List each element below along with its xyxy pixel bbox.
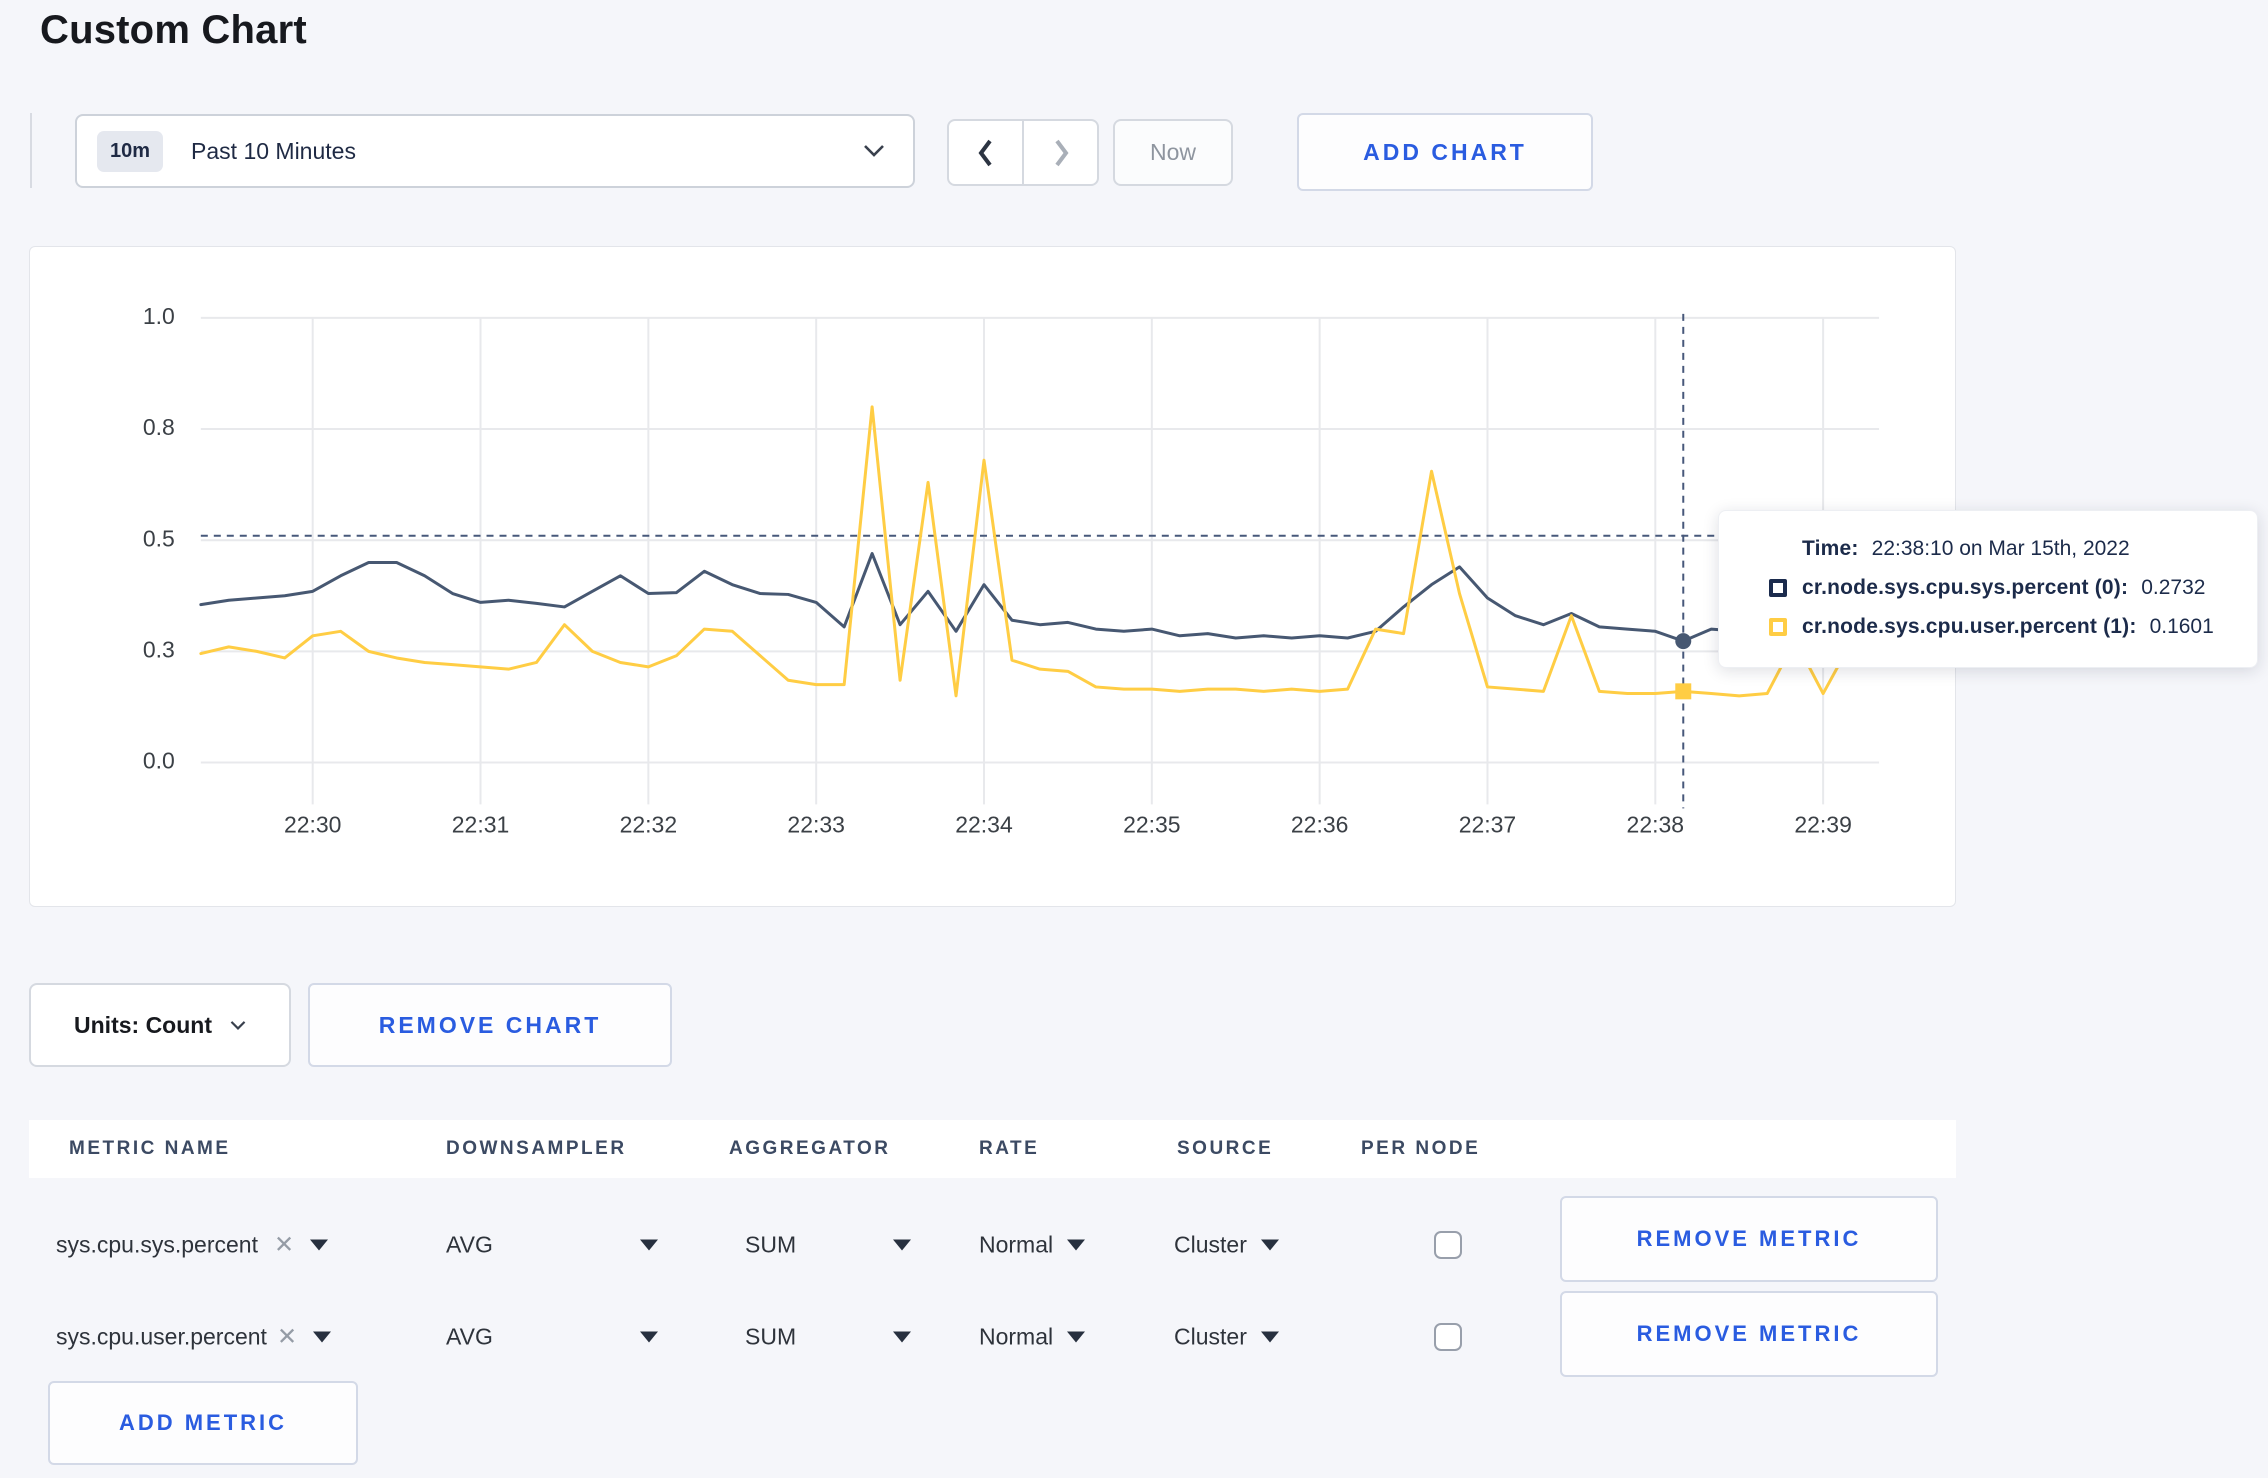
series-swatch-sys [1769, 579, 1787, 597]
toolbar-divider [30, 113, 32, 188]
time-pager [947, 119, 1099, 186]
header-source: SOURCE [1177, 1138, 1274, 1159]
chart-card: 22:30 22:31 22:32 22:33 22:34 22:35 22:36 22:37… [29, 246, 1956, 907]
downsampler-value: AVG [446, 1323, 493, 1350]
svg-text:22:38: 22:38 [1627, 811, 1684, 837]
aggregator-value: SUM [745, 1323, 797, 1350]
units-select[interactable]: Units: Count [29, 983, 291, 1067]
caret-down-icon [1260, 1331, 1279, 1343]
chevron-down-icon [864, 145, 884, 157]
header-downsampler: DOWNSAMPLER [446, 1138, 627, 1159]
tooltip-series-row: cr.node.sys.cpu.sys.percent (0): 0.2732 [1769, 576, 2231, 600]
downsampler-caret[interactable] [640, 1239, 658, 1251]
header-per-node: PER NODE [1361, 1138, 1481, 1159]
caret-down-icon [1067, 1239, 1086, 1251]
svg-text:22:33: 22:33 [787, 811, 844, 837]
caret-down-icon [640, 1239, 658, 1251]
svg-text:22:31: 22:31 [452, 811, 509, 837]
svg-text:22:39: 22:39 [1794, 811, 1851, 837]
prev-button[interactable] [949, 121, 1022, 184]
downsampler-select[interactable]: AVG [446, 1232, 493, 1259]
series-swatch-user [1769, 618, 1787, 636]
caret-down-icon [1260, 1239, 1279, 1251]
time-range-select[interactable]: 10m Past 10 Minutes [75, 114, 915, 188]
tooltip-series-value: 0.2732 [2141, 576, 2206, 599]
rate-value: Normal [979, 1231, 1054, 1258]
now-button[interactable]: Now [1113, 119, 1233, 186]
metric-name-select[interactable]: sys.cpu.user.percent ✕ [56, 1323, 332, 1352]
aggregator-caret[interactable] [893, 1239, 911, 1251]
caret-down-icon[interactable] [310, 1239, 329, 1251]
rate-select[interactable]: Normal [979, 1231, 1086, 1259]
svg-text:22:32: 22:32 [620, 811, 677, 837]
svg-text:22:37: 22:37 [1459, 811, 1516, 837]
metric-name-value: sys.cpu.sys.percent [56, 1231, 258, 1258]
svg-text:0.3: 0.3 [143, 636, 175, 662]
time-range-label: Past 10 Minutes [191, 137, 356, 164]
aggregator-caret[interactable] [893, 1331, 911, 1343]
timeseries-chart[interactable]: 22:30 22:31 22:32 22:33 22:34 22:35 22:36 22:37… [30, 247, 1955, 907]
metric-row: sys.cpu.user.percent ✕ AVG SUM Normal Cl… [0, 1291, 2268, 1377]
chevron-right-icon [1054, 139, 1068, 166]
aggregator-select[interactable]: SUM [745, 1232, 796, 1259]
page-title: Custom Chart [40, 8, 307, 52]
remove-x-icon[interactable]: ✕ [277, 1323, 297, 1352]
tooltip-series-label: cr.node.sys.cpu.user.percent (1): [1802, 615, 2137, 638]
chevron-down-icon [230, 1020, 246, 1030]
downsampler-value: AVG [446, 1231, 493, 1258]
caret-down-icon[interactable] [313, 1331, 332, 1343]
svg-text:0.5: 0.5 [143, 525, 175, 551]
svg-text:22:34: 22:34 [955, 811, 1013, 837]
aggregator-value: SUM [745, 1231, 797, 1258]
header-aggregator: AGGREGATOR [729, 1138, 891, 1159]
tooltip-time-label: Time: [1802, 537, 1859, 560]
header-rate: RATE [979, 1138, 1040, 1159]
add-metric-button[interactable]: ADD METRIC [48, 1381, 358, 1465]
svg-text:0.8: 0.8 [143, 414, 175, 440]
svg-text:22:30: 22:30 [284, 811, 341, 837]
svg-text:22:36: 22:36 [1291, 811, 1348, 837]
per-node-checkbox[interactable] [1434, 1231, 1462, 1259]
rate-value: Normal [979, 1323, 1054, 1350]
metrics-table-header: METRIC NAME DOWNSAMPLER AGGREGATOR RATE … [29, 1120, 1956, 1178]
source-select[interactable]: Cluster [1174, 1232, 1279, 1259]
remove-chart-button[interactable]: REMOVE CHART [308, 983, 672, 1067]
downsampler-select[interactable]: AVG [446, 1324, 493, 1351]
caret-down-icon [893, 1239, 911, 1251]
svg-text:1.0: 1.0 [143, 303, 175, 329]
tooltip-series-label: cr.node.sys.cpu.sys.percent (0): [1802, 576, 2129, 599]
remove-metric-button[interactable]: REMOVE METRIC [1560, 1291, 1938, 1377]
header-metric-name: METRIC NAME [69, 1138, 231, 1159]
downsampler-caret[interactable] [640, 1331, 658, 1343]
aggregator-select[interactable]: SUM [745, 1324, 796, 1351]
source-select[interactable]: Cluster [1174, 1324, 1279, 1351]
caret-down-icon [640, 1331, 658, 1343]
remove-metric-button[interactable]: REMOVE METRIC [1560, 1196, 1938, 1282]
tooltip-series-value: 0.1601 [2149, 615, 2214, 638]
source-value: Cluster [1174, 1231, 1247, 1258]
svg-text:0.0: 0.0 [143, 748, 175, 774]
tooltip-time-value: 22:38:10 on Mar 15th, 2022 [1871, 537, 2130, 560]
metric-name-value: sys.cpu.user.percent [56, 1323, 267, 1350]
metric-name-select[interactable]: sys.cpu.sys.percent ✕ [56, 1231, 329, 1260]
time-range-badge: 10m [97, 130, 164, 172]
caret-down-icon [893, 1331, 911, 1343]
source-value: Cluster [1174, 1323, 1247, 1350]
next-button[interactable] [1022, 121, 1097, 184]
metric-row: sys.cpu.sys.percent ✕ AVG SUM Normal Clu… [0, 1196, 2268, 1285]
per-node-checkbox[interactable] [1434, 1323, 1462, 1351]
chevron-left-icon [978, 139, 992, 166]
caret-down-icon [1067, 1331, 1086, 1343]
tooltip-series-row: cr.node.sys.cpu.user.percent (1): 0.1601 [1769, 615, 2231, 639]
chart-tooltip: Time: 22:38:10 on Mar 15th, 2022 cr.node… [1718, 510, 2258, 668]
rate-select[interactable]: Normal [979, 1323, 1086, 1351]
units-label: Units: Count [74, 1011, 212, 1038]
add-chart-button[interactable]: ADD CHART [1297, 113, 1593, 191]
svg-text:22:35: 22:35 [1123, 811, 1180, 837]
remove-x-icon[interactable]: ✕ [274, 1231, 294, 1260]
